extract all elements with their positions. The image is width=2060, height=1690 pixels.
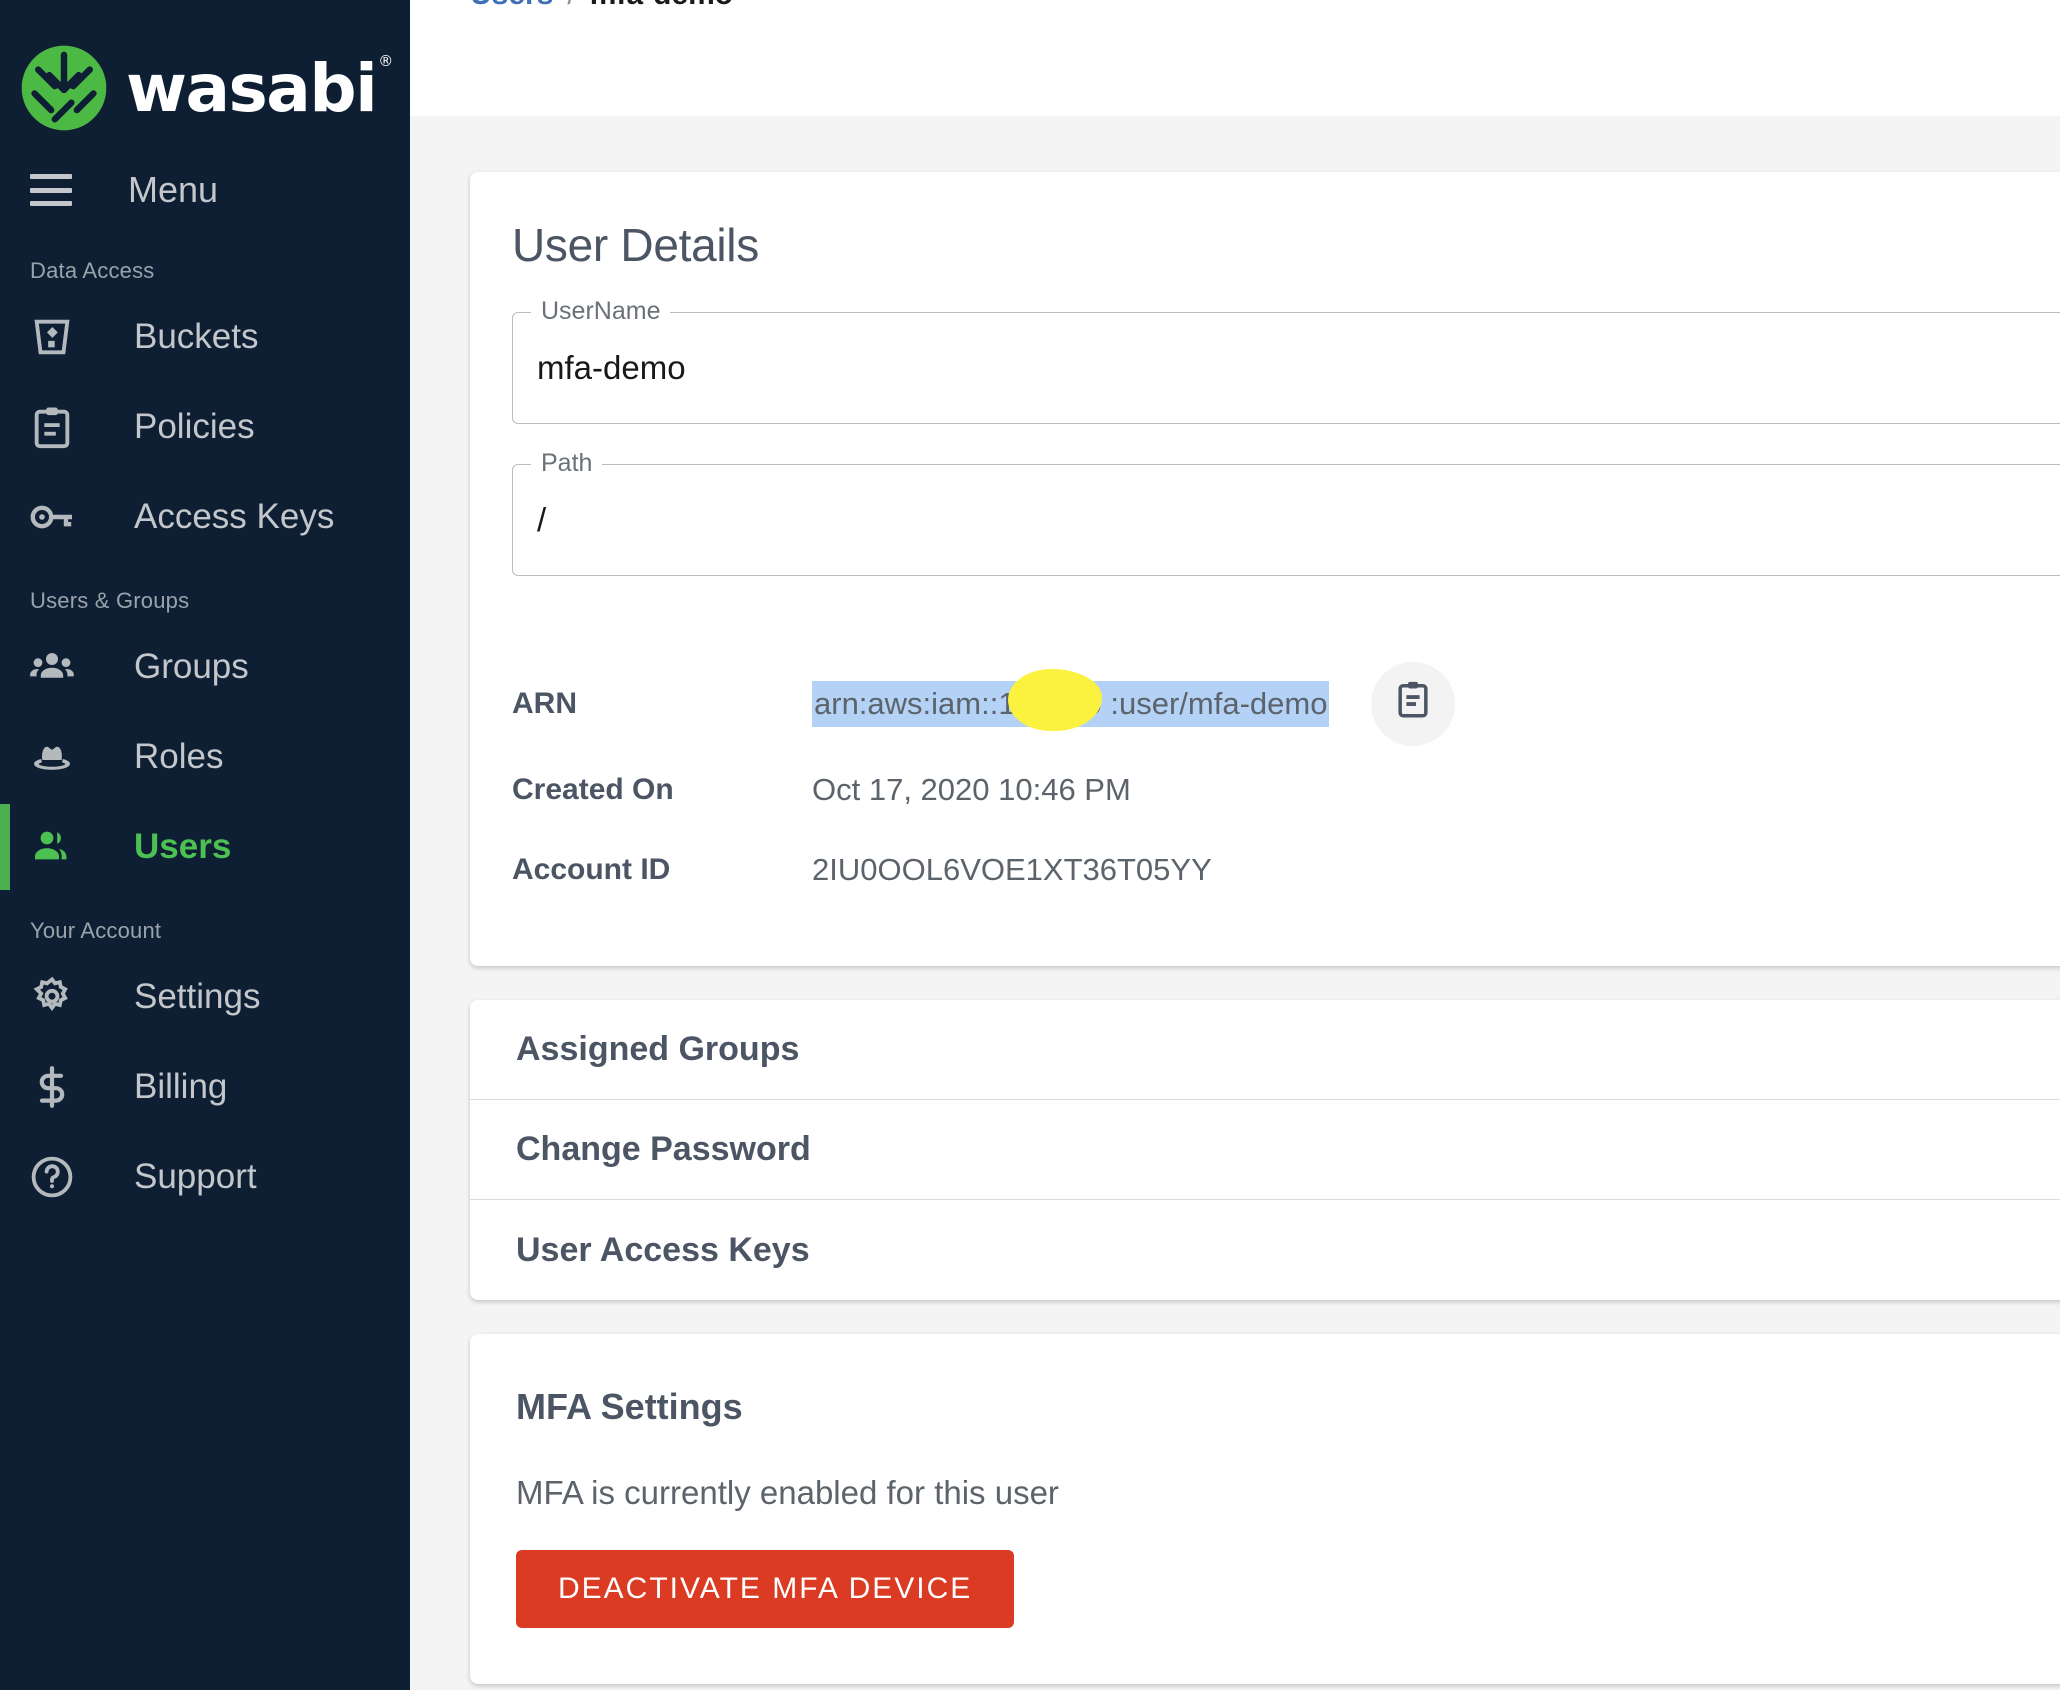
sidebar: wasabi ® Menu Data Access Buckets Polici…: [0, 0, 410, 1690]
sidebar-item-label: Roles: [134, 737, 224, 776]
mfa-settings-card: MFA Settings MFA is currently enabled fo…: [470, 1334, 2060, 1684]
main-content: Users / mfa-demo User Details UserName mfa…: [410, 0, 2060, 1690]
sidebar-item-groups[interactable]: Groups: [0, 622, 410, 712]
sidebar-item-policies[interactable]: Policies: [0, 382, 410, 472]
sidebar-item-users[interactable]: Users: [0, 802, 410, 892]
hat-icon: [26, 731, 78, 783]
sidebar-item-buckets[interactable]: Buckets: [0, 292, 410, 382]
arn-value[interactable]: arn:aws:iam::100000 :user/mfa-demo: [812, 669, 1330, 731]
account-id-row: Account ID 2IU0OOL6VOE1XT36T05YY: [512, 834, 2060, 906]
app-root: wasabi ® Menu Data Access Buckets Polici…: [0, 0, 2060, 1690]
mfa-settings-title: MFA Settings: [516, 1386, 743, 1427]
accordion-user-access-keys[interactable]: User Access Keys: [470, 1200, 2060, 1300]
bucket-icon: [26, 311, 78, 363]
sidebar-item-label: Users: [134, 827, 232, 866]
sidebar-item-roles[interactable]: Roles: [0, 712, 410, 802]
menu-toggle[interactable]: Menu: [0, 148, 410, 232]
username-field[interactable]: UserName mfa-demo: [512, 297, 2060, 424]
accordion-assigned-groups[interactable]: Assigned Groups: [470, 1000, 2060, 1100]
key-icon: [26, 491, 78, 543]
accordion-change-password[interactable]: Change Password: [470, 1100, 2060, 1200]
clipboard-icon: [26, 401, 78, 453]
question-icon: [26, 1151, 78, 1203]
sidebar-item-label: Billing: [134, 1067, 228, 1106]
path-field[interactable]: Path /: [512, 449, 2060, 576]
deactivate-mfa-device-button[interactable]: DEACTIVATE MFA DEVICE: [516, 1550, 1015, 1628]
nav-group-label-data-access: Data Access: [30, 258, 155, 283]
created-on-row: Created On Oct 17, 2020 10:46 PM: [512, 754, 2060, 826]
content-area: User Details UserName mfa-demo Path / AR…: [410, 116, 2060, 1690]
sidebar-item-label: Access Keys: [134, 497, 335, 536]
account-id-value: 2IU0OOL6VOE1XT36T05YY: [812, 852, 1212, 887]
breadcrumb: Users / mfa-demo: [470, 0, 733, 12]
breadcrumb-current: mfa-demo: [590, 0, 733, 11]
accordion-label: User Access Keys: [516, 1230, 810, 1269]
arn-label: ARN: [512, 687, 577, 720]
copy-arn-button[interactable]: [1371, 662, 1456, 746]
accordion-card: Assigned Groups Change Password User Acc…: [470, 1000, 2060, 1300]
breadcrumb-parent-link[interactable]: Users: [470, 0, 553, 11]
brand-logo[interactable]: wasabi ®: [0, 0, 410, 148]
brand-name: wasabi ®: [126, 49, 393, 127]
menu-label: Menu: [128, 169, 219, 210]
topbar: Users / mfa-demo: [410, 0, 2060, 116]
created-on-value: Oct 17, 2020 10:46 PM: [812, 772, 1131, 807]
created-on-label: Created On: [512, 773, 674, 806]
gear-icon: [26, 971, 78, 1023]
path-value: /: [537, 501, 547, 538]
registered-mark: ®: [378, 51, 393, 70]
sidebar-item-billing[interactable]: Billing: [0, 1042, 410, 1132]
username-label: UserName: [531, 297, 671, 326]
page-title: User Details: [512, 219, 759, 271]
sidebar-item-support[interactable]: Support: [0, 1132, 410, 1222]
sidebar-item-label: Groups: [134, 647, 249, 686]
dollar-icon: [26, 1061, 78, 1113]
accordion-label: Assigned Groups: [516, 1030, 800, 1068]
breadcrumb-separator: /: [567, 0, 575, 11]
mfa-status-text: MFA is currently enabled for this user: [516, 1474, 1059, 1511]
mfa-settings-body: MFA Settings MFA is currently enabled fo…: [470, 1334, 2060, 1684]
clipboard-copy-icon: [1391, 678, 1435, 730]
nav-group-label-users-groups: Users & Groups: [30, 588, 190, 613]
user-details-card: User Details UserName mfa-demo Path / AR…: [470, 172, 2060, 966]
username-value: mfa-demo: [537, 349, 686, 386]
sidebar-item-label: Policies: [134, 407, 255, 446]
sidebar-item-settings[interactable]: Settings: [0, 952, 410, 1042]
person-icon: [26, 821, 78, 873]
path-label: Path: [531, 449, 603, 478]
people-icon: [26, 641, 78, 693]
redaction-mark: [1008, 669, 1102, 731]
wasabi-logo-icon: [18, 42, 110, 134]
sidebar-item-label: Settings: [134, 977, 261, 1016]
arn-value-wrap: arn:aws:iam::100000 :user/mfa-demo: [812, 662, 1456, 746]
nav-group-label-your-account: Your Account: [30, 918, 162, 943]
user-attributes-list: ARN arn:aws:iam::100000 :user/mfa-demo C…: [470, 576, 2060, 966]
sidebar-item-label: Support: [134, 1157, 257, 1196]
account-id-label: Account ID: [512, 853, 671, 886]
sidebar-item-label: Buckets: [134, 317, 259, 356]
accordion-label: Change Password: [516, 1130, 811, 1168]
sidebar-item-access-keys[interactable]: Access Keys: [0, 472, 410, 562]
arn-row: ARN arn:aws:iam::100000 :user/mfa-demo: [512, 662, 2060, 746]
hamburger-icon[interactable]: [30, 174, 72, 206]
